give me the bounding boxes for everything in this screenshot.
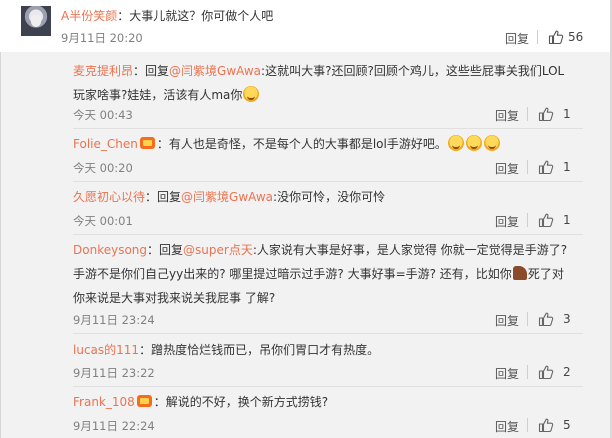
reply-username[interactable]: 麦克提利昂 [73,64,133,78]
reply-item: lucas的111：蹭热度恰烂钱而已，吊你们胃口才有热度。 [73,338,578,362]
avatar[interactable] [21,6,51,36]
reply-button[interactable]: 回复 [495,213,519,230]
divider [527,107,528,121]
thumbs-up-icon[interactable] [538,417,554,433]
like-count: 1 [563,160,571,174]
reply-text-line2: 玩家啥事?娃娃，活该有人ma你 [73,88,243,102]
reply-item: 麦克提利昂：回复@闫紫境GwAwa:这就叫大事?还回顾?回顾个鸡儿，这些些屁事关… [73,59,578,107]
mention-link[interactable]: @super点天 [183,243,253,257]
comment-body: A半份笑颜：大事儿就这？你可做个人吧 [61,7,273,24]
reply-time: 9月11日 23:22 [73,366,155,380]
divider [537,30,538,44]
reply-text-line2-tail: 死了对 [527,267,564,281]
horse-sticker-icon [512,266,527,280]
top-comment: A半份笑颜：大事儿就这？你可做个人吧 9月11日 20:20 回复 56 [0,0,610,52]
reply-item: Frank_108 ：解说的不好，换个新方式捞钱? [73,390,578,414]
comment-time: 9月11日 20:20 [61,31,143,45]
comment-thread: A半份笑颜：大事儿就这？你可做个人吧 9月11日 20:20 回复 56 麦克提… [0,0,612,438]
mention-link[interactable]: @闫紫境GwAwa [169,64,261,78]
reply-time: 9月11日 23:24 [73,313,155,327]
divider [73,386,583,387]
reply-item: Folie_Chen ：有人也是奇怪，不是每个人的大事都是lol手游好吧。 [73,132,578,156]
reply-prefix: ：回复 [145,190,182,204]
reply-time: 今天 00:01 [73,214,133,228]
reply-time: 今天 00:20 [73,161,133,175]
reply-username[interactable]: Donkeysong [73,243,147,257]
reply-prefix: ：回复 [133,64,170,78]
reply-text-line3: 你来说是大事对我来说关我屁事 了解? [73,291,276,305]
reply-button[interactable]: 回复 [495,312,519,329]
reply-time: 9月11日 22:24 [73,419,155,433]
left-border [0,0,1,438]
reply-username[interactable]: lucas的111 [73,343,139,357]
reply-text: :没你可怜，没你可怜 [273,190,386,204]
divider [527,160,528,174]
reply-text: :人家说有大事是好事，是人家觉得 你就一定觉得是手游了? [252,243,568,257]
reply-item: 久愿初心以待：回复@闫紫境GwAwa:没你可怜，没你可怜 [73,185,578,209]
divider [73,333,583,334]
comment-text: ：大事儿就这？你可做个人吧 [117,9,274,23]
reply-time: 今天 00:43 [73,108,133,122]
divider [527,418,528,432]
reply-button[interactable]: 回复 [495,418,519,435]
reply-username[interactable]: Folie_Chen [73,137,138,151]
mention-link[interactable]: @闫紫境GwAwa [181,190,273,204]
reply-button[interactable]: 回复 [495,160,519,177]
avatar-face [31,15,41,27]
reply-text-line2: 手游不是你们自己yy出来的? 哪里提过暗示过手游? 大事好事=手游? 还有，比如… [73,267,512,281]
thumbs-up-icon[interactable] [538,364,554,380]
like-count: 2 [563,365,571,379]
thumbs-up-icon[interactable] [548,29,564,45]
divider [73,181,583,182]
like-count: 56 [568,30,584,44]
reply-prefix: ：回复 [147,243,184,257]
reply-text: ：蹭热度恰烂钱而已，吊你们胃口才有热度。 [139,343,380,357]
like-count: 1 [563,213,571,227]
reply-button[interactable]: 回复 [495,365,519,382]
divider [73,128,583,129]
reply-text: ：解说的不好，换个新方式捞钱? [153,395,329,409]
vip-badge-icon [139,137,155,149]
thumbs-up-icon[interactable] [538,159,554,175]
reply-username[interactable]: 久愿初心以待 [73,190,145,204]
divider [527,213,528,227]
like-count: 5 [563,418,571,432]
vip-badge-icon [136,395,152,407]
reply-button[interactable]: 回复 [505,30,529,47]
reply-username[interactable]: Frank_108 [73,395,135,409]
grin-emoji-icon [447,135,464,151]
like-count: 1 [563,107,571,121]
grin-emoji-icon [465,135,482,151]
reply-text: ：有人也是奇怪，不是每个人的大事都是lol手游好吧。 [156,137,447,151]
reply-text: :这就叫大事?还回顾?回顾个鸡儿，这些些屁事关我们LOL [261,64,565,78]
thumbs-up-icon[interactable] [538,311,554,327]
thumbs-up-icon[interactable] [538,212,554,228]
grin-emoji-icon [243,86,260,102]
divider [527,312,528,326]
like-count: 3 [563,312,571,326]
divider [73,234,583,235]
divider [527,365,528,379]
grin-emoji-icon [483,135,500,151]
thumbs-up-icon[interactable] [538,106,554,122]
reply-button[interactable]: 回复 [495,107,519,124]
comment-username[interactable]: A半份笑颜 [61,9,117,23]
reply-item: Donkeysong：回复@super点天:人家说有大事是好事，是人家觉得 你就… [73,238,578,310]
